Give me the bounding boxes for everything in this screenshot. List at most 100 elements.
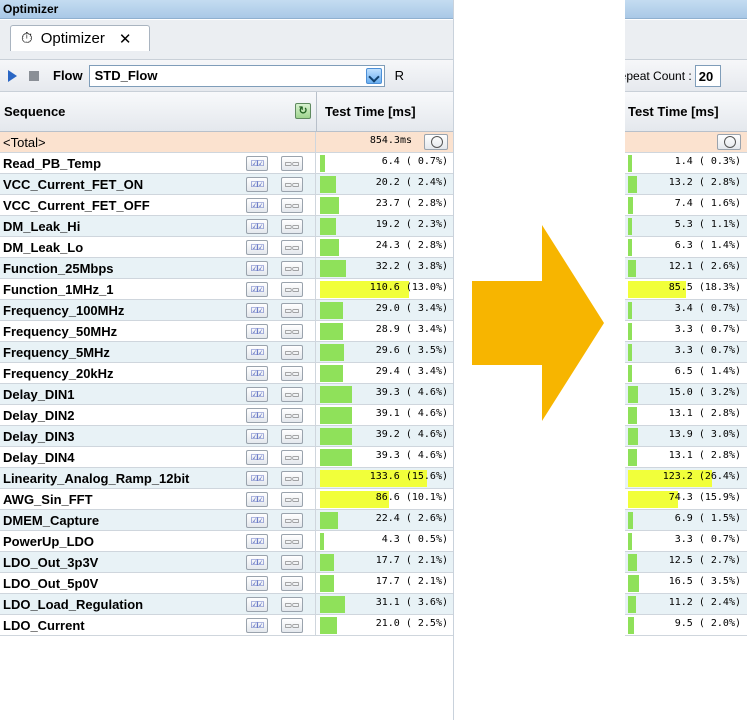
sequence-name[interactable]: LDO_Current — [0, 615, 316, 636]
sequence-name[interactable]: Frequency_50MHz — [0, 321, 316, 342]
sequence-name[interactable]: Linearity_Analog_Ramp_12bit — [0, 468, 316, 489]
time-cell: 39.3 ( 4.6%) — [317, 384, 453, 405]
time-cell: 29.6 ( 3.5%) — [317, 342, 453, 363]
sequence-name[interactable]: DM_Leak_Hi — [0, 216, 316, 237]
link-button[interactable]: ▭▭ — [281, 597, 303, 612]
time-bar — [628, 239, 633, 256]
checklist-button[interactable]: ☑☑ — [246, 198, 268, 213]
checklist-button[interactable]: ☑☑ — [246, 450, 268, 465]
checklist-button[interactable]: ☑☑ — [246, 387, 268, 402]
panel-title-right — [625, 0, 747, 19]
time-value: 39.2 ( 4.6%) — [375, 429, 448, 440]
link-button[interactable]: ▭▭ — [281, 219, 303, 234]
time-value: 16.5 ( 3.5%) — [668, 576, 741, 587]
time-cell: 21.0 ( 2.5%) — [317, 615, 453, 636]
sequence-name[interactable]: Read_PB_Temp — [0, 153, 316, 174]
chevron-down-icon[interactable] — [365, 67, 382, 84]
sequence-name[interactable]: DM_Leak_Lo — [0, 237, 316, 258]
checklist-button[interactable]: ☑☑ — [246, 303, 268, 318]
link-button[interactable]: ▭▭ — [281, 261, 303, 276]
sequence-name[interactable]: VCC_Current_FET_ON — [0, 174, 316, 195]
column-header-test-time-right[interactable]: Test Time [ms] — [625, 92, 747, 132]
column-header-test-time[interactable]: Test Time [ms] — [317, 92, 453, 132]
sequence-name[interactable]: Delay_DIN1 — [0, 384, 316, 405]
checklist-button[interactable]: ☑☑ — [246, 366, 268, 381]
play-icon[interactable] — [8, 69, 17, 82]
checklist-button[interactable]: ☑☑ — [246, 576, 268, 591]
link-button[interactable]: ▭▭ — [281, 387, 303, 402]
sequence-name[interactable]: Function_25Mbps — [0, 258, 316, 279]
sequence-name[interactable]: Delay_DIN2 — [0, 405, 316, 426]
checklist-button[interactable]: ☑☑ — [246, 597, 268, 612]
link-button[interactable]: ▭▭ — [281, 492, 303, 507]
checklist-button[interactable]: ☑☑ — [246, 177, 268, 192]
sequence-name[interactable]: Delay_DIN3 — [0, 426, 316, 447]
flow-select[interactable]: STD_Flow — [88, 64, 385, 87]
sequence-name[interactable]: AWG_Sin_FFT — [0, 489, 316, 510]
time-bar — [320, 344, 344, 361]
sequence-name[interactable]: LDO_Out_5p0V — [0, 573, 316, 594]
link-button[interactable]: ▭▭ — [281, 177, 303, 192]
link-button[interactable]: ▭▭ — [281, 513, 303, 528]
link-button[interactable]: ▭▭ — [281, 345, 303, 360]
link-button[interactable]: ▭▭ — [281, 408, 303, 423]
checklist-button[interactable]: ☑☑ — [246, 240, 268, 255]
link-button[interactable]: ▭▭ — [281, 450, 303, 465]
sequence-name[interactable]: LDO_Out_3p3V — [0, 552, 316, 573]
checklist-button[interactable]: ☑☑ — [246, 261, 268, 276]
link-button[interactable]: ▭▭ — [281, 429, 303, 444]
checklist-button[interactable]: ☑☑ — [246, 429, 268, 444]
link-button[interactable]: ▭▭ — [281, 618, 303, 633]
stopwatch-icon[interactable] — [424, 134, 448, 150]
checklist-button[interactable]: ☑☑ — [246, 219, 268, 234]
tab-optimizer[interactable]: ⏱ Optimizer ✕ — [10, 25, 150, 51]
stopwatch-icon[interactable] — [717, 134, 741, 150]
time-value: 9.5 ( 2.0%) — [674, 618, 741, 629]
checklist-button[interactable]: ☑☑ — [246, 618, 268, 633]
time-bar — [628, 533, 632, 550]
sequence-name[interactable]: PowerUp_LDO — [0, 531, 316, 552]
checklist-button[interactable]: ☑☑ — [246, 555, 268, 570]
sequence-name[interactable]: Function_1MHz_1 — [0, 279, 316, 300]
time-value: 6.9 ( 1.5%) — [674, 513, 741, 524]
link-button[interactable]: ▭▭ — [281, 534, 303, 549]
link-button[interactable]: ▭▭ — [281, 156, 303, 171]
refresh-icon[interactable]: ↻ — [295, 103, 311, 119]
link-button[interactable]: ▭▭ — [281, 240, 303, 255]
link-button[interactable]: ▭▭ — [281, 576, 303, 591]
sequence-name[interactable]: VCC_Current_FET_OFF — [0, 195, 316, 216]
link-button[interactable]: ▭▭ — [281, 198, 303, 213]
link-button[interactable]: ▭▭ — [281, 303, 303, 318]
close-icon[interactable]: ✕ — [119, 30, 132, 48]
link-button[interactable]: ▭▭ — [281, 282, 303, 297]
sequence-name[interactable]: Frequency_20kHz — [0, 363, 316, 384]
checklist-button[interactable]: ☑☑ — [246, 345, 268, 360]
stop-icon[interactable] — [29, 70, 39, 81]
column-header-sequence[interactable]: Sequence ↻ — [0, 92, 317, 132]
checklist-button[interactable]: ☑☑ — [246, 492, 268, 507]
sequence-name[interactable]: DMEM_Capture — [0, 510, 316, 531]
sequence-name[interactable]: Frequency_5MHz — [0, 342, 316, 363]
checklist-button[interactable]: ☑☑ — [246, 408, 268, 423]
link-button[interactable]: ▭▭ — [281, 366, 303, 381]
checklist-button[interactable]: ☑☑ — [246, 324, 268, 339]
time-value: 133.6 (15.6%) — [369, 471, 448, 482]
link-button[interactable]: ▭▭ — [281, 471, 303, 486]
checklist-button[interactable]: ☑☑ — [246, 534, 268, 549]
sequence-name[interactable]: Frequency_100MHz — [0, 300, 316, 321]
time-cell: 3.3 ( 0.7%) — [625, 321, 747, 342]
time-value: 28.9 ( 3.4%) — [375, 324, 448, 335]
checklist-button[interactable]: ☑☑ — [246, 156, 268, 171]
link-button[interactable]: ▭▭ — [281, 555, 303, 570]
sequence-name[interactable]: Delay_DIN4 — [0, 447, 316, 468]
sequence-name[interactable]: LDO_Load_Regulation — [0, 594, 316, 615]
checklist-button[interactable]: ☑☑ — [246, 282, 268, 297]
time-value: 21.0 ( 2.5%) — [375, 618, 448, 629]
panel-title: Optimizer — [0, 0, 453, 19]
checklist-button[interactable]: ☑☑ — [246, 513, 268, 528]
repeat-count-input[interactable]: 20 — [694, 64, 721, 87]
link-button[interactable]: ▭▭ — [281, 324, 303, 339]
checklist-button[interactable]: ☑☑ — [246, 471, 268, 486]
time-cell: 1.4 ( 0.3%) — [625, 153, 747, 174]
time-cell: 110.6 (13.0%) — [317, 279, 453, 300]
